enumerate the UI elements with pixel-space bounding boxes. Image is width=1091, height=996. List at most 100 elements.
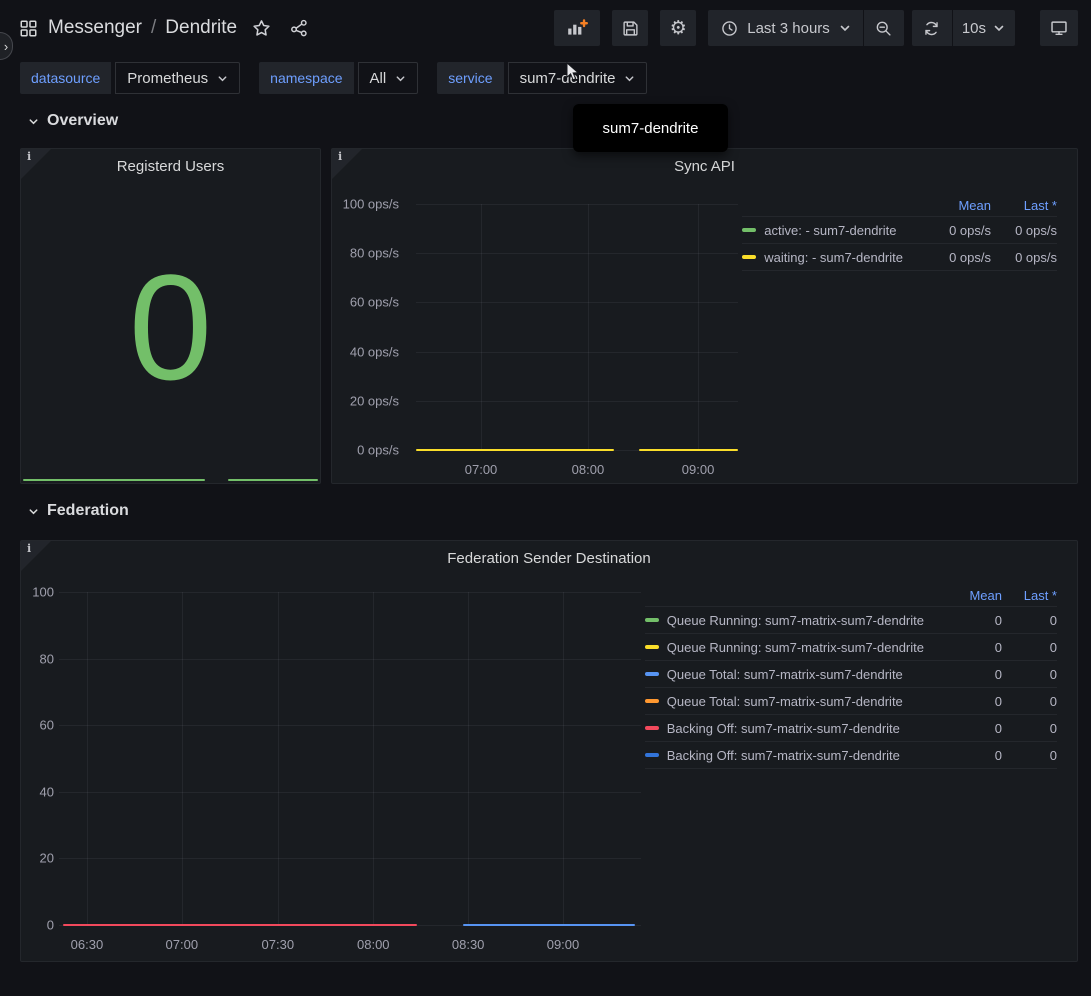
sparkline-segment — [23, 479, 204, 481]
panel-title[interactable]: Federation Sender Destination — [61, 550, 1037, 567]
panel-info-corner[interactable]: i — [21, 541, 51, 571]
legend-row: active: - sum7-dendrite0 ops/s0 ops/s — [742, 217, 1057, 244]
monitor-icon — [1050, 19, 1068, 37]
horizontal-gridline — [416, 401, 738, 402]
series-line — [63, 924, 417, 926]
series-color-marker — [645, 699, 659, 703]
vertical-gridline — [87, 592, 88, 925]
gear-icon: ⚙ — [670, 17, 687, 39]
time-range-picker[interactable]: Last 3 hours — [708, 10, 863, 46]
y-axis-tick-label: 80 ops/s — [350, 246, 399, 261]
legend-series-name[interactable]: waiting: - sum7-dendrite — [742, 250, 921, 265]
x-axis-tick-label: 07:30 — [262, 937, 295, 952]
legend-series-name[interactable]: Queue Running: sum7-matrix-sum7-dendrite — [645, 640, 942, 655]
service-value-tooltip: sum7-dendrite — [573, 104, 728, 152]
breadcrumb: Messenger / Dendrite — [20, 0, 308, 56]
x-axis-tick-label: 08:00 — [357, 937, 390, 952]
variable-namespace-select[interactable]: All — [358, 62, 419, 94]
legend-column-last[interactable]: Last * — [1002, 588, 1057, 603]
panel-info-corner[interactable]: i — [332, 149, 362, 179]
panel-federation-sender-destination: i Federation Sender Destination 10080604… — [20, 540, 1078, 962]
panel-info-corner[interactable]: i — [21, 149, 51, 179]
share-dashboard-button[interactable] — [290, 19, 308, 37]
breadcrumb-dashboard-name[interactable]: Dendrite — [165, 17, 237, 39]
add-panel-button[interactable] — [554, 10, 600, 46]
legend-series-label: Backing Off: sum7-matrix-sum7-dendrite — [667, 748, 900, 763]
horizontal-gridline — [59, 858, 641, 859]
legend-header-row: MeanLast * — [742, 195, 1057, 217]
panel-title[interactable]: Sync API — [372, 158, 1037, 175]
y-axis: 100806040200 — [21, 592, 54, 925]
save-dashboard-button[interactable] — [612, 10, 648, 46]
vertical-gridline — [698, 204, 699, 450]
tv-mode-button[interactable] — [1040, 10, 1078, 46]
legend-row: Backing Off: sum7-matrix-sum7-dendrite00 — [645, 715, 1057, 742]
x-axis-tick-label: 09:00 — [547, 937, 580, 952]
horizontal-gridline — [59, 725, 641, 726]
section-header-federation[interactable]: Federation — [28, 502, 129, 520]
series-color-marker — [742, 228, 756, 232]
y-axis-tick-label: 20 ops/s — [350, 393, 399, 408]
dashboard-toolbar: ⚙ Last 3 hours — [554, 10, 1078, 46]
legend-column-last[interactable]: Last * — [991, 198, 1057, 213]
sidebar-expand-button[interactable]: › — [0, 32, 13, 60]
horizontal-gridline — [59, 592, 641, 593]
y-axis-tick-label: 40 ops/s — [350, 344, 399, 359]
horizontal-gridline — [59, 659, 641, 660]
y-axis-tick-label: 60 ops/s — [350, 295, 399, 310]
info-icon: i — [338, 150, 342, 163]
refresh-dashboard-button[interactable] — [912, 10, 952, 46]
y-axis-tick-label: 40 — [40, 784, 54, 799]
chart-legend: MeanLast *active: - sum7-dendrite0 ops/s… — [742, 195, 1057, 271]
legend-value: 0 — [1002, 667, 1057, 682]
star-dashboard-button[interactable] — [252, 19, 271, 38]
dashboard-settings-button[interactable]: ⚙ — [660, 10, 696, 46]
add-panel-icon — [566, 19, 588, 37]
legend-series-name[interactable]: Backing Off: sum7-matrix-sum7-dendrite — [645, 748, 942, 763]
x-axis-tick-label: 06:30 — [71, 937, 104, 952]
variable-namespace-value: All — [370, 70, 387, 87]
top-nav: › Messenger / Dendrite — [0, 0, 1091, 56]
breadcrumb-folder[interactable]: Messenger — [48, 17, 142, 39]
legend-series-name[interactable]: Queue Running: sum7-matrix-sum7-dendrite — [645, 613, 942, 628]
legend-series-label: waiting: - sum7-dendrite — [764, 250, 903, 265]
chart-legend: MeanLast * Queue Running: sum7-matrix-sum… — [645, 585, 1057, 769]
variable-datasource-select[interactable]: Prometheus — [115, 62, 240, 94]
stat-sparkline — [22, 479, 319, 482]
zoom-out-time-button[interactable] — [864, 10, 904, 46]
x-axis-tick-label: 07:00 — [465, 462, 498, 477]
legend-value: 0 — [1002, 721, 1057, 736]
legend-value: 0 ops/s — [991, 223, 1057, 238]
panel-title[interactable]: Registerd Users — [61, 158, 280, 175]
legend-column-mean[interactable]: Mean — [921, 198, 991, 213]
variable-service-label: service — [437, 62, 503, 94]
variable-service: service sum7-dendrite — [437, 62, 647, 94]
legend-value: 0 — [942, 748, 1002, 763]
legend-series-label: Queue Total: sum7-matrix-sum7-dendrite — [667, 667, 903, 682]
y-axis-tick-label: 100 ops/s — [343, 197, 399, 212]
legend-series-name[interactable]: Backing Off: sum7-matrix-sum7-dendrite — [645, 721, 942, 736]
x-axis-tick-label: 08:30 — [452, 937, 485, 952]
variable-service-select[interactable]: sum7-dendrite — [508, 62, 648, 94]
legend-series-name[interactable]: active: - sum7-dendrite — [742, 223, 921, 238]
legend-value: 0 — [1002, 640, 1057, 655]
vertical-gridline — [182, 592, 183, 925]
series-color-marker — [645, 645, 659, 649]
refresh-interval-picker[interactable]: 10s — [953, 10, 1015, 46]
sparkline-segment — [228, 479, 318, 481]
chevron-down-icon — [839, 22, 851, 34]
legend-series-label: Queue Total: sum7-matrix-sum7-dendrite — [667, 694, 903, 709]
legend-series-label: Queue Running: sum7-matrix-sum7-dendrite — [667, 613, 924, 628]
chevron-down-icon — [28, 116, 39, 127]
legend-value: 0 ops/s — [921, 250, 991, 265]
legend-value: 0 ops/s — [991, 250, 1057, 265]
y-axis-tick-label: 100 — [32, 585, 54, 600]
legend-series-name[interactable]: Queue Total: sum7-matrix-sum7-dendrite — [645, 694, 942, 709]
section-header-overview[interactable]: Overview — [28, 112, 118, 130]
legend-column-mean[interactable]: Mean — [942, 588, 1002, 603]
legend-series-name[interactable]: Queue Total: sum7-matrix-sum7-dendrite — [645, 667, 942, 682]
legend-value: 0 — [1002, 748, 1057, 763]
series-color-marker — [645, 726, 659, 730]
star-icon — [252, 19, 271, 38]
clock-icon — [721, 20, 738, 37]
